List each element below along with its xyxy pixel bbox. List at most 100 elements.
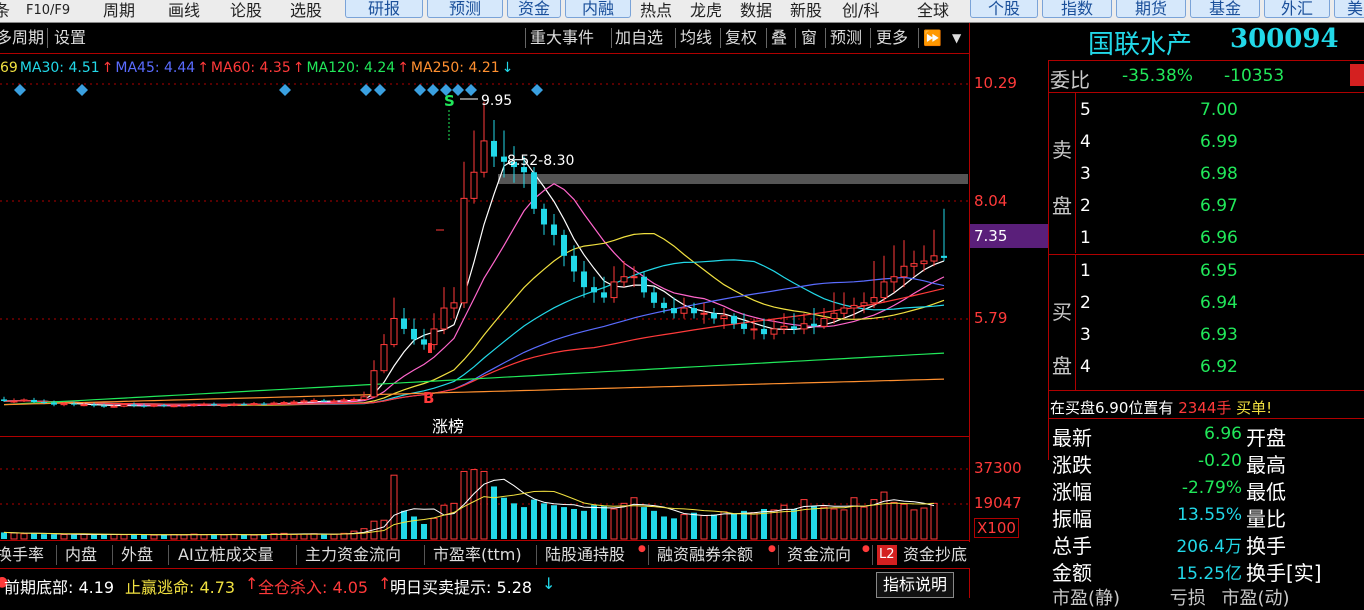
buy-level-price[interactable]: 6.95 [1200,261,1238,281]
signal-diamond-icon [360,84,372,96]
candle-body [850,304,858,309]
volume-bar [571,508,577,539]
buy-level-price[interactable]: 6.92 [1200,357,1238,377]
menu-stock[interactable]: 个股 [970,0,1038,18]
menu-futures[interactable]: 期货 [1116,0,1186,18]
volume-bar [480,470,488,540]
volume-bar [750,512,758,540]
buy-level-number: 4 [1080,357,1091,377]
volume-bar [321,534,327,539]
tomorrow-hint-value: 明日买卖提示: 5.28 [390,578,533,597]
tab-inner[interactable]: 内盘 [65,544,97,566]
menu-edge-right[interactable]: 美 [1334,0,1364,18]
candle-body [310,399,318,402]
volume-bar [811,506,817,539]
candle-body [300,400,308,403]
notice-volume: 2344手 [1178,399,1232,417]
indicator-explain-button[interactable]: 指标说明 [876,572,955,598]
candle-body [571,255,577,272]
menu-fx[interactable]: 外汇 [1264,0,1330,18]
candle-body [321,400,327,402]
buy-level-price[interactable]: 6.93 [1200,325,1238,345]
tabs-bottom-line [0,568,970,569]
menu-index[interactable]: 指数 [1042,0,1112,18]
sell-level-price[interactable]: 6.98 [1200,164,1238,184]
buy-level-number: 1 [1080,261,1091,281]
volume-bar [350,530,358,540]
weibi-percent: -35.38% [1122,66,1193,86]
volume-bar [411,516,417,539]
stock-code: 300094 [1230,24,1339,54]
tab-divider [112,545,113,565]
candle-body [440,307,448,330]
candle-body [491,140,497,157]
sell-level-price[interactable]: 7.00 [1200,100,1238,120]
sell-signal-mark: S [444,92,455,110]
sell-level-number: 5 [1080,100,1091,120]
stat-value: -0.20 [1198,451,1242,471]
sell-level-price[interactable]: 6.99 [1200,132,1238,152]
stat-value: 6.96 [1204,424,1242,444]
book-mid-line [1048,254,1364,255]
volume-bar [501,497,507,539]
l2-badge[interactable]: L2 [877,545,897,565]
tab-ai-volume[interactable]: AI立桩成交量 [178,544,274,566]
stop-profit-value: 止赢逃命: 4.73 [125,578,236,597]
volume-bar [390,474,398,540]
tab-margin[interactable]: 融资融券余额 [657,544,753,566]
volume-bar [200,534,208,540]
volume-bar [421,523,427,539]
volume-bar [20,533,28,540]
volume-bar [731,513,737,539]
resistance-annotation: 8.52-8.30 [507,153,574,169]
tab-fund-bottom[interactable]: 资金抄底 [903,544,967,566]
candle-body [180,404,188,407]
volume-bar [770,509,778,540]
tab-pe[interactable]: 市盈率(ttm) [433,544,522,566]
stat-label-2: 最高 [1246,453,1286,477]
volume-bar [820,506,828,540]
tab-turnover[interactable]: 换手率 [0,544,44,566]
tab-fund-flow[interactable]: 资金流向 [787,544,851,566]
sell-level-price[interactable]: 6.96 [1200,228,1238,248]
sell-level-price[interactable]: 6.97 [1200,196,1238,216]
candle-body [280,402,288,405]
candle-body [731,315,737,324]
stat-value: 206.4万 [1176,537,1242,557]
volume-bar [491,486,497,539]
volume-bar [91,534,97,539]
ma-line-60 [4,287,945,405]
candle-body [161,405,167,407]
volume-bar [531,499,537,539]
indicator-tabs: 换手率 内盘 外盘 AI立桩成交量 主力资金流向 市盈率(ttm) 陆股通持股 … [0,542,970,568]
tab-dot-icon: ● [862,544,870,554]
tab-outer[interactable]: 外盘 [121,544,153,566]
pe-dynamic-label: 市盈(动) [1221,588,1290,609]
tab-main-fund[interactable]: 主力资金流向 [305,544,401,566]
candle-body [250,403,258,406]
tab-hk-connect[interactable]: 陆股通持股 [545,544,625,566]
signal-diamond-icon [465,84,477,96]
volume-bar [71,534,77,539]
buy-level-price[interactable]: 6.94 [1200,293,1238,313]
buy-sell-toggle[interactable] [1350,64,1364,86]
volume-bar [691,512,697,539]
volume-bar [80,533,88,540]
volume-bar [930,502,938,540]
volume-bar [661,516,667,539]
sell-level-number: 4 [1080,132,1091,152]
candle-body [561,234,567,256]
kline-chart[interactable]: S 9.95 8.52-8.30 B 涨榜 [0,0,970,542]
volume-bar [440,504,448,540]
candle-body [360,396,368,400]
stat-label-2: 最低 [1246,480,1286,504]
volume-bar [521,507,527,539]
candle-body [411,328,417,340]
tab-divider [424,545,425,565]
sell-label-bottom: 盘 [1052,194,1072,218]
candle-body [591,287,597,293]
candle-body [1,399,7,401]
candle-body [60,403,68,406]
menu-fund[interactable]: 基金 [1190,0,1260,18]
volume-bar [250,534,258,540]
